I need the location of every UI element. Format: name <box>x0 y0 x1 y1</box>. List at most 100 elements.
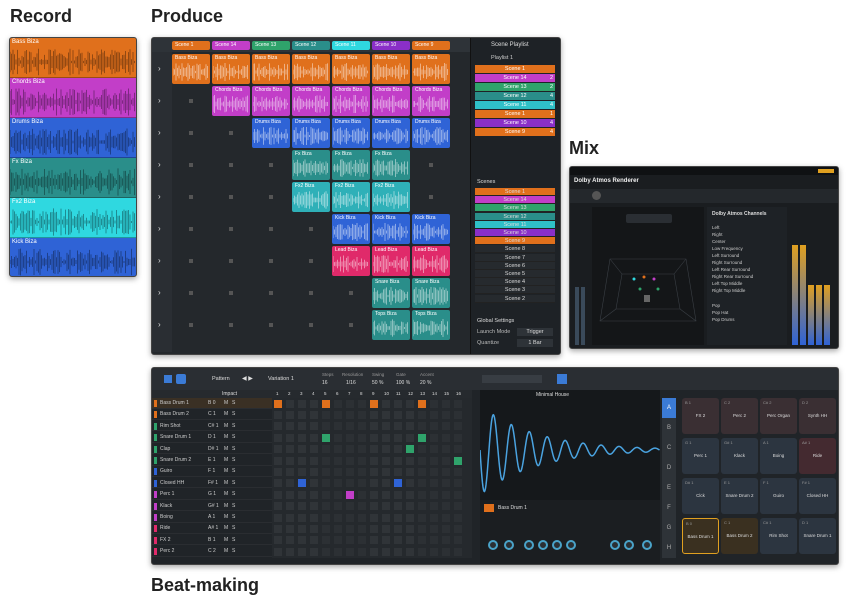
step-cell[interactable] <box>382 524 390 533</box>
track-expand-icon[interactable]: › <box>158 224 161 233</box>
step-cell[interactable] <box>322 433 330 442</box>
clip-cell[interactable]: Drums Biza <box>292 118 330 148</box>
step-cell[interactable] <box>394 479 402 488</box>
sample-name[interactable]: Minimal House <box>536 392 569 398</box>
instrument-row[interactable]: Snare Drum 1 D 1 MS <box>152 432 272 443</box>
empty-clip-slot[interactable] <box>229 323 233 327</box>
step-cell[interactable] <box>310 433 318 442</box>
step-cell[interactable] <box>430 502 438 511</box>
step-cell[interactable] <box>394 399 402 408</box>
clip-cell[interactable]: Chords Biza <box>212 86 250 116</box>
empty-clip-slot[interactable] <box>269 195 273 199</box>
step-cell[interactable] <box>442 490 450 499</box>
scene-list-item[interactable]: Scene 2 <box>475 294 555 303</box>
step-cell[interactable] <box>358 433 366 442</box>
accent-value[interactable]: 20 % <box>420 380 431 386</box>
scene-launch-button[interactable]: Scene 14 <box>212 41 250 50</box>
step-cell[interactable] <box>442 433 450 442</box>
step-cell[interactable] <box>418 547 426 556</box>
empty-clip-slot[interactable] <box>189 195 193 199</box>
track-expand-icon[interactable]: › <box>158 160 161 169</box>
track-expand-icon[interactable]: › <box>158 288 161 297</box>
step-cell[interactable] <box>454 410 462 419</box>
scene-list-item[interactable]: Scene 12 <box>475 212 555 221</box>
record-track[interactable]: Fx2 Biza <box>10 198 136 238</box>
clip-cell[interactable]: Tops Biza <box>372 310 410 340</box>
step-cell[interactable] <box>334 410 342 419</box>
step-cell[interactable] <box>310 490 318 499</box>
instrument-row[interactable]: Rim Shot C# 1 MS <box>152 421 272 432</box>
instrument-row[interactable]: Perc 2 C 2 MS <box>152 546 272 557</box>
mute-button[interactable]: M <box>224 446 228 452</box>
drum-pad[interactable]: A# 1 Ride <box>799 438 836 474</box>
step-cell[interactable] <box>418 410 426 419</box>
bank-button[interactable]: E <box>662 478 676 498</box>
step-cell[interactable] <box>334 479 342 488</box>
step-cell[interactable] <box>274 410 282 419</box>
step-cell[interactable] <box>286 524 294 533</box>
step-cell[interactable] <box>454 479 462 488</box>
scene-list-item[interactable]: Scene 13 <box>475 204 555 213</box>
drum-pad[interactable]: C 2 Perc 2 <box>721 398 758 434</box>
step-cell[interactable] <box>346 524 354 533</box>
record-track[interactable]: Fx Biza <box>10 158 136 198</box>
step-cell[interactable] <box>310 536 318 545</box>
step-cell[interactable] <box>334 513 342 522</box>
step-cell[interactable] <box>382 547 390 556</box>
step-cell[interactable] <box>406 547 414 556</box>
mute-button[interactable]: M <box>224 434 228 440</box>
launch-mode-select[interactable]: Trigger <box>517 328 553 336</box>
track-expand-icon[interactable]: › <box>158 128 161 137</box>
track-expand-icon[interactable]: › <box>158 96 161 105</box>
step-cell[interactable] <box>322 410 330 419</box>
step-cell[interactable] <box>418 456 426 465</box>
step-cell[interactable] <box>406 445 414 454</box>
solo-button[interactable]: S <box>232 537 235 543</box>
clip-cell[interactable]: Bass Biza <box>292 54 330 84</box>
step-cell[interactable] <box>430 445 438 454</box>
step-cell[interactable] <box>406 502 414 511</box>
step-cell[interactable] <box>274 479 282 488</box>
step-cell[interactable] <box>370 547 378 556</box>
empty-clip-slot[interactable] <box>269 163 273 167</box>
instrument-row[interactable]: Snare Drum 2 E 1 MS <box>152 455 272 466</box>
empty-clip-slot[interactable] <box>349 323 353 327</box>
steps-value[interactable]: 16 <box>322 380 328 386</box>
drum-pad[interactable]: D 2 Synth HH <box>799 398 836 434</box>
step-cell[interactable] <box>334 433 342 442</box>
step-cell[interactable] <box>430 433 438 442</box>
scene-list-item[interactable]: Scene 9 <box>475 237 555 246</box>
step-cell[interactable] <box>418 422 426 431</box>
instrument-row[interactable]: Boing A 1 MS <box>152 512 272 523</box>
solo-button[interactable]: S <box>232 525 235 531</box>
step-cell[interactable] <box>406 456 414 465</box>
step-cell[interactable] <box>370 433 378 442</box>
step-cell[interactable] <box>454 456 462 465</box>
step-cell[interactable] <box>286 445 294 454</box>
track-expand-icon[interactable]: › <box>158 256 161 265</box>
step-cell[interactable] <box>358 502 366 511</box>
empty-clip-slot[interactable] <box>269 323 273 327</box>
step-cell[interactable] <box>382 536 390 545</box>
mix-channel-row[interactable]: Right Top Middle <box>712 288 745 293</box>
step-cell[interactable] <box>274 445 282 454</box>
playlist-entry[interactable]: Scene 12 4 <box>475 92 555 100</box>
step-cell[interactable] <box>274 490 282 499</box>
solo-button[interactable]: S <box>232 491 235 497</box>
step-cell[interactable] <box>442 445 450 454</box>
step-cell[interactable] <box>406 524 414 533</box>
track-expand-icon[interactable]: › <box>158 320 161 329</box>
mute-button[interactable]: M <box>224 514 228 520</box>
transport-controls[interactable] <box>482 375 542 383</box>
step-cell[interactable] <box>382 456 390 465</box>
step-cell[interactable] <box>346 513 354 522</box>
clip-cell[interactable]: Fx2 Biza <box>332 182 370 212</box>
step-cell[interactable] <box>334 467 342 476</box>
step-cell[interactable] <box>358 467 366 476</box>
step-cell[interactable] <box>430 479 438 488</box>
step-cell[interactable] <box>442 410 450 419</box>
step-cell[interactable] <box>298 422 306 431</box>
step-cell[interactable] <box>322 513 330 522</box>
empty-clip-slot[interactable] <box>429 163 433 167</box>
step-cell[interactable] <box>418 524 426 533</box>
